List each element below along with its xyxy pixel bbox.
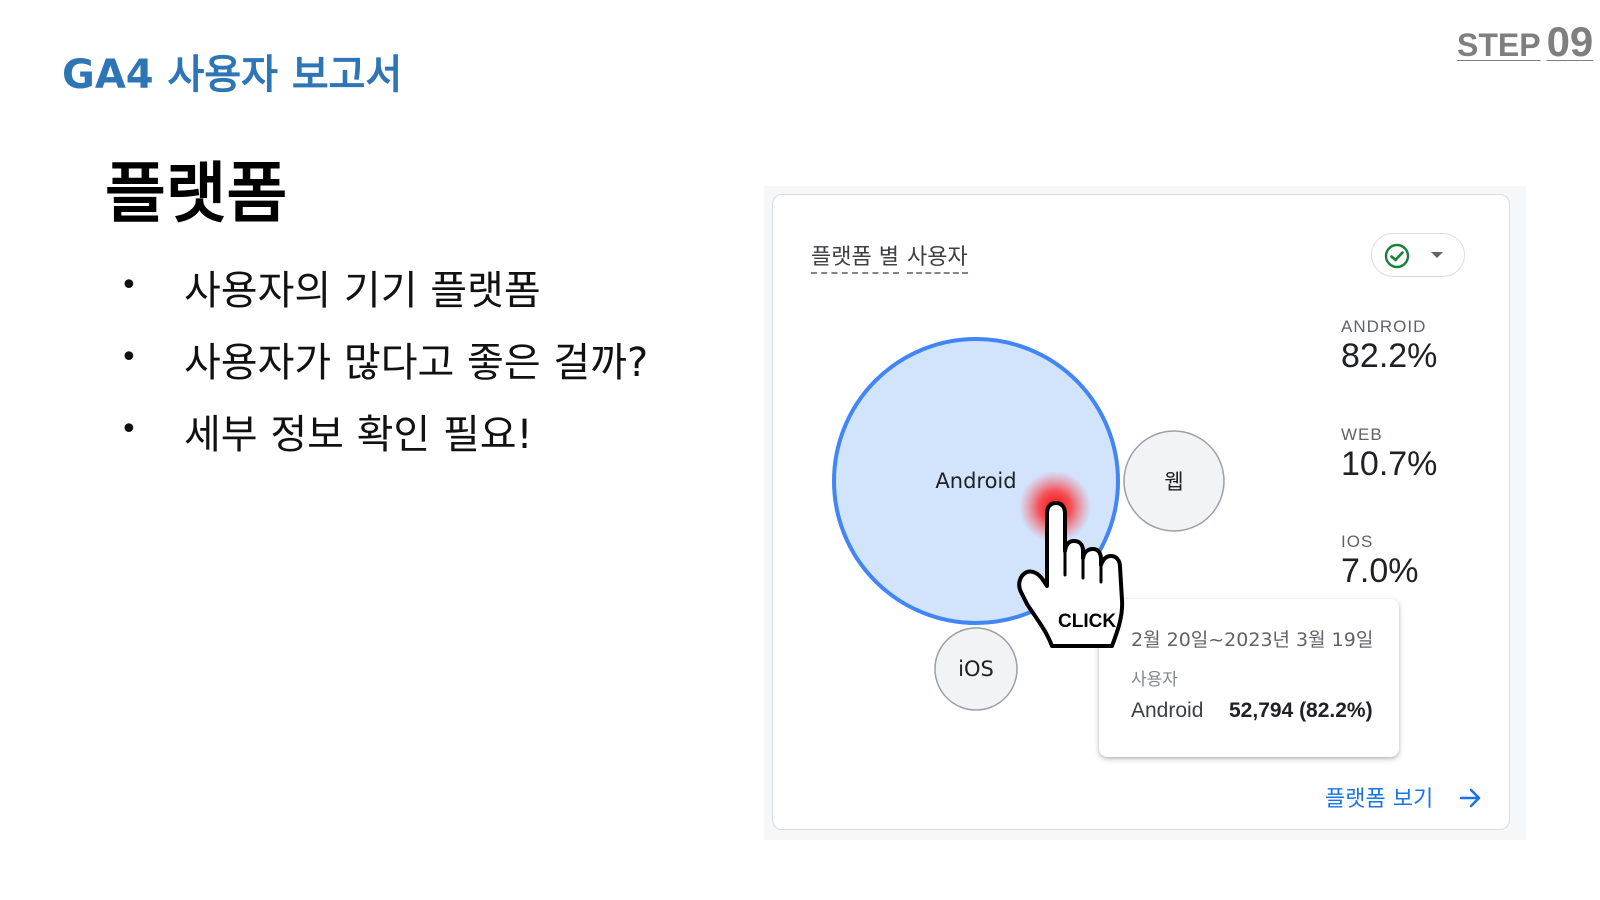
slide: STEP 09 GA4 사용자 보고서 플랫폼 • 사용자의 기기 플랫폼 • 사… — [0, 0, 1600, 900]
pointer-overlay — [1017, 471, 1125, 648]
click-label: CLICK — [1058, 611, 1117, 632]
